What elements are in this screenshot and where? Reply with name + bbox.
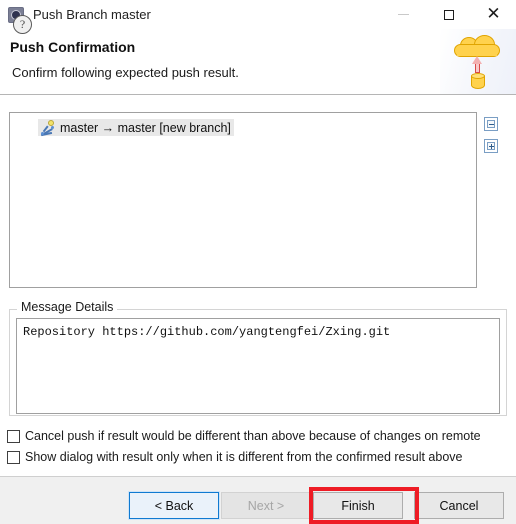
help-icon[interactable]: ? (13, 15, 32, 34)
cancel-push-checkbox[interactable] (7, 429, 20, 443)
close-icon[interactable]: ✕ (471, 0, 516, 29)
push-result-tree[interactable]: master → master [new branch] (9, 112, 477, 288)
wizard-header: Push Confirmation Confirm following expe… (0, 29, 516, 95)
upload-arrow-icon (472, 56, 483, 73)
expand-all-button[interactable] (484, 139, 498, 153)
back-button[interactable]: < Back (128, 491, 220, 520)
minimize-icon[interactable] (381, 0, 426, 29)
finish-button[interactable]: Finish (313, 492, 403, 519)
tree-side-buttons (484, 117, 500, 161)
cloud-icon (454, 35, 500, 57)
message-details-text: Repository https://github.com/yangtengfe… (23, 325, 391, 339)
title-bar: Push Branch master ✕ (0, 0, 516, 29)
page-subtitle: Confirm following expected push result. (12, 65, 239, 80)
collapse-all-button[interactable] (484, 117, 498, 131)
show-dialog-checkbox-row[interactable]: Show dialog with result only when it is … (7, 450, 463, 464)
window-controls: ✕ (381, 0, 516, 29)
branch-ref-icon (40, 119, 56, 136)
tree-item-label: master → master [new branch] (60, 120, 231, 135)
tree-item[interactable]: master → master [new branch] (38, 119, 234, 136)
next-button: Next > (221, 492, 311, 519)
maximize-icon[interactable] (426, 0, 471, 29)
page-title: Push Confirmation (10, 39, 136, 55)
message-details-textarea[interactable]: Repository https://github.com/yangtengfe… (16, 318, 500, 414)
cloud-upload-illustration (440, 29, 516, 94)
database-cylinder-icon (471, 73, 485, 90)
show-dialog-checkbox-label: Show dialog with result only when it is … (25, 450, 463, 464)
cancel-push-checkbox-row[interactable]: Cancel push if result would be different… (7, 429, 481, 443)
cancel-push-checkbox-label: Cancel push if result would be different… (25, 429, 481, 443)
cancel-button[interactable]: Cancel (414, 492, 504, 519)
message-details-label: Message Details (17, 300, 118, 314)
show-dialog-checkbox[interactable] (7, 450, 20, 464)
window-title: Push Branch master (33, 7, 151, 22)
